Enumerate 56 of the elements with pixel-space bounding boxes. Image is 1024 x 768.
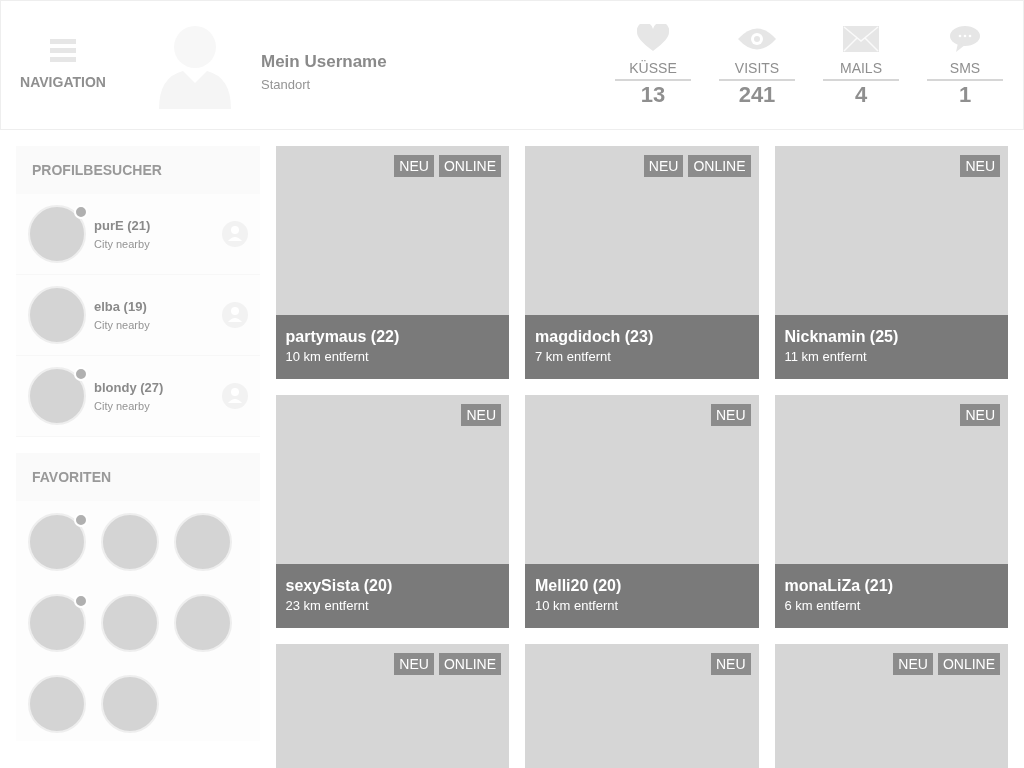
- visitor-name: elba (19): [94, 298, 148, 316]
- profile-name: magdidoch (23): [535, 327, 655, 347]
- distance-text: 10 km entfernt: [285, 348, 370, 366]
- status-badge: NEU: [643, 155, 684, 177]
- distance-text: 23 km entfernt: [285, 597, 370, 615]
- profile-card[interactable]: NEU ONLINE partymaus (22) 10 km entfernt: [275, 146, 509, 379]
- stat-button[interactable]: MAILS 4: [823, 21, 899, 109]
- profile-card[interactable]: NEU ONLINE: [774, 644, 1008, 768]
- heart-icon: [637, 23, 669, 52]
- visitor-name: blondy (27): [94, 379, 164, 397]
- visitor-location: City nearby: [94, 398, 151, 414]
- username: Mein Username: [261, 51, 387, 73]
- status-badge: NEU: [960, 404, 1000, 426]
- panel-title: FAVORITEN: [32, 467, 112, 487]
- navigation-button[interactable]: NAVIGATION: [17, 37, 109, 93]
- distance-text: 7 km entfernt: [535, 348, 612, 366]
- status-badge: ONLINE: [688, 155, 751, 177]
- status-badge: NEU: [710, 653, 751, 675]
- profile-card[interactable]: NEU Nicknamin (25) 11 km entfernt: [774, 146, 1008, 379]
- profile-card[interactable]: NEU Melli20 (20) 10 km entfernt: [525, 395, 759, 628]
- visitor-row[interactable]: purE (21) City nearby: [16, 194, 260, 275]
- status-badge: NEU: [893, 653, 933, 675]
- visitor-location: City nearby: [94, 236, 151, 252]
- status-badge: NEU: [710, 404, 751, 426]
- visitor-name: purE (21): [94, 217, 151, 235]
- distance-text: 10 km entfernt: [535, 597, 620, 615]
- status-badge: NEU: [394, 155, 434, 177]
- status-badge: ONLINE: [937, 653, 1000, 675]
- profile-card[interactable]: NEU ONLINE: [275, 644, 509, 768]
- profile-name: Melli20 (20): [535, 576, 623, 596]
- visitor-row[interactable]: blondy (27) City nearby: [16, 356, 260, 437]
- envelope-icon: [843, 25, 879, 52]
- profile-name: Nicknamin (25): [784, 327, 900, 347]
- stat-button[interactable]: SMS 1: [927, 21, 1003, 109]
- status-badge: NEU: [960, 155, 1000, 177]
- stat-button[interactable]: KÜSSE 13: [615, 21, 691, 109]
- menu-icon: [50, 37, 76, 64]
- profile-card[interactable]: NEU: [525, 644, 759, 768]
- visitor-location: City nearby: [94, 317, 150, 333]
- profile-card[interactable]: NEU monaLiZa (21) 6 km entfernt: [774, 395, 1008, 628]
- profile-name: sexySista (20): [285, 576, 394, 596]
- profile-name: partymaus (22): [285, 327, 401, 347]
- distance-text: 6 km entfernt: [784, 597, 862, 615]
- status-badge: ONLINE: [438, 653, 501, 675]
- location-text: Standort: [261, 75, 312, 94]
- chat-bubble-icon: [950, 25, 980, 52]
- profile-card[interactable]: NEU ONLINE magdidoch (23) 7 km entfernt: [525, 146, 759, 379]
- profile-card[interactable]: NEU sexySista (20) 23 km entfernt: [275, 395, 509, 628]
- status-badge: NEU: [394, 653, 434, 675]
- status-badge: ONLINE: [438, 155, 501, 177]
- panel-title: PROFILBESUCHER: [32, 160, 162, 180]
- stat-button[interactable]: VISITS 241: [719, 21, 795, 109]
- profile-name: monaLiZa (21): [784, 576, 894, 596]
- status-badge: NEU: [461, 404, 501, 426]
- visitor-row[interactable]: elba (19) City nearby: [16, 275, 260, 356]
- distance-text: 11 km entfernt: [784, 348, 868, 366]
